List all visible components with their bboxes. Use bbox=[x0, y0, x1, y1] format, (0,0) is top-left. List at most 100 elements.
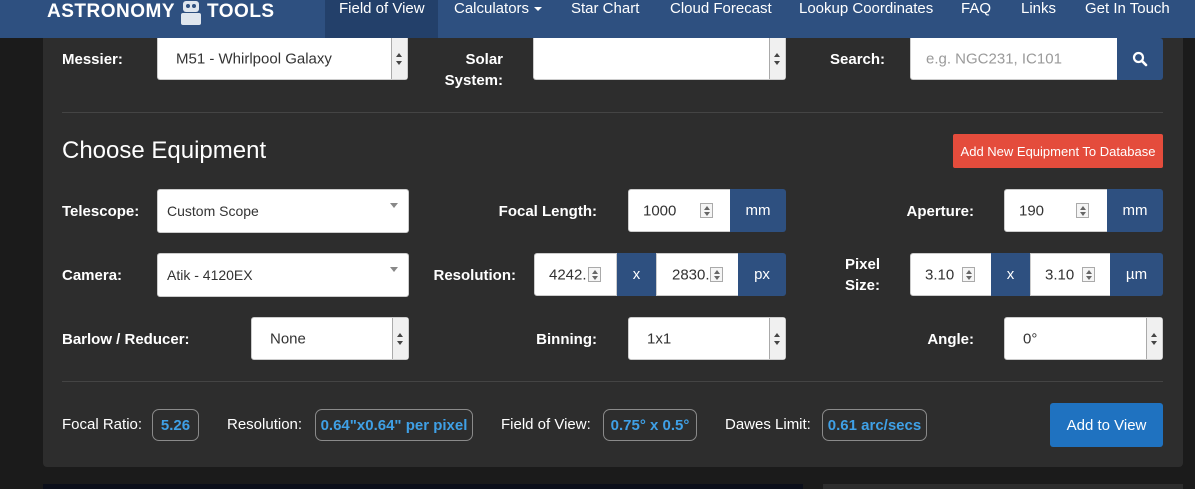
nav-faq[interactable]: FAQ bbox=[961, 0, 991, 38]
chevron-down-icon bbox=[390, 203, 398, 208]
resolution-x-input[interactable]: 4242. bbox=[534, 253, 617, 296]
select-arrows-icon bbox=[769, 318, 785, 359]
camera-selected-value: Atik - 4120EX bbox=[167, 267, 253, 283]
resolution-result-label: Resolution: bbox=[227, 416, 303, 433]
resolution-separator: x bbox=[617, 253, 656, 296]
nav-lookup-coordinates[interactable]: Lookup Coordinates bbox=[799, 0, 933, 38]
brand-text-right: TOOLS bbox=[207, 1, 275, 22]
focal-ratio-label: Focal Ratio: bbox=[62, 416, 143, 433]
barlow-reducer-select[interactable]: None bbox=[251, 317, 409, 360]
nav-label: Field of View bbox=[339, 0, 425, 17]
nav-get-in-touch[interactable]: Get In Touch bbox=[1085, 0, 1170, 38]
focal-length-value: 1000 bbox=[643, 202, 677, 219]
nav-star-chart[interactable]: Star Chart bbox=[571, 0, 639, 38]
dawes-limit-label: Dawes Limit: bbox=[725, 416, 811, 433]
brand-text-left: ASTRONOMY bbox=[47, 1, 175, 22]
spinner-icon[interactable] bbox=[1082, 267, 1095, 282]
site-logo[interactable]: ASTRONOMY TOOLS bbox=[47, 0, 275, 27]
select-arrows-icon bbox=[769, 38, 785, 79]
pixel-unit: µm bbox=[1110, 253, 1163, 296]
pixel-x-value: 3.10 bbox=[925, 266, 955, 283]
aperture-label: Aperture: bbox=[906, 203, 974, 220]
resolution-input-label: Resolution: bbox=[433, 267, 517, 284]
top-navbar: ASTRONOMY TOOLS Field of View Calculator… bbox=[0, 0, 1195, 38]
focal-length-unit: mm bbox=[730, 189, 786, 232]
binning-select[interactable]: 1x1 bbox=[628, 317, 786, 360]
spinner-icon[interactable] bbox=[1076, 203, 1089, 218]
choose-equipment-title: Choose Equipment bbox=[62, 137, 267, 164]
pixel-size-y-input[interactable]: 3.10 bbox=[1030, 253, 1111, 296]
aperture-unit: mm bbox=[1107, 189, 1163, 232]
nav-label: Cloud Forecast bbox=[670, 0, 772, 17]
camera-select[interactable]: Atik - 4120EX bbox=[157, 253, 409, 297]
resolution-y-value: 2830. bbox=[672, 266, 710, 283]
nav-field-of-view[interactable]: Field of View bbox=[325, 0, 438, 38]
nav-calculators[interactable]: Calculators bbox=[454, 0, 543, 38]
aperture-input[interactable]: 190 bbox=[1004, 189, 1108, 232]
nav-links[interactable]: Links bbox=[1021, 0, 1056, 38]
add-equipment-button[interactable]: Add New Equipment To Database bbox=[953, 134, 1163, 168]
nav-cloud-forecast[interactable]: Cloud Forecast bbox=[670, 0, 772, 38]
angle-selected-value: 0° bbox=[1023, 330, 1038, 347]
resolution-unit: px bbox=[738, 253, 786, 296]
pixel-y-value: 3.10 bbox=[1045, 266, 1075, 283]
dawes-limit-badge: 0.61 arc/secs bbox=[822, 409, 927, 441]
angle-select[interactable]: 0° bbox=[1004, 317, 1163, 360]
solar-system-select[interactable] bbox=[533, 38, 786, 80]
pixel-separator: x bbox=[991, 253, 1030, 296]
angle-label: Angle: bbox=[927, 331, 974, 348]
focal-ratio-badge: 5.26 bbox=[152, 409, 199, 441]
search-input[interactable]: e.g. NGC231, IC101 bbox=[910, 38, 1118, 80]
section-divider bbox=[62, 112, 1163, 113]
binning-label: Binning: bbox=[536, 331, 597, 348]
spinner-icon[interactable] bbox=[962, 267, 975, 282]
messier-selected-value: M51 - Whirlpool Galaxy bbox=[176, 50, 332, 67]
select-arrows-icon bbox=[392, 318, 408, 359]
search-placeholder: e.g. NGC231, IC101 bbox=[926, 50, 1062, 67]
next-panel-edge-left bbox=[43, 484, 803, 489]
next-panel-edge-right bbox=[823, 484, 1183, 489]
focal-length-label: Focal Length: bbox=[498, 203, 597, 220]
pixel-size-x-input[interactable]: 3.10 bbox=[910, 253, 992, 296]
nav-label: Lookup Coordinates bbox=[799, 0, 934, 17]
barlow-selected-value: None bbox=[270, 330, 306, 347]
solar-label-line1: Solar bbox=[465, 51, 503, 68]
pixel-size-label: Pixel Size: bbox=[830, 254, 880, 296]
select-arrows-icon bbox=[1146, 318, 1162, 359]
pixel-label-line2: Size: bbox=[844, 277, 880, 294]
solar-system-label: Solar System: bbox=[440, 49, 503, 91]
resolution-x-value: 4242. bbox=[549, 266, 587, 283]
search-label: Search: bbox=[830, 51, 886, 68]
results-divider bbox=[62, 381, 1163, 382]
nav-label: Links bbox=[1021, 0, 1057, 17]
caret-down-icon bbox=[534, 7, 543, 12]
add-to-view-button[interactable]: Add to View bbox=[1050, 403, 1163, 447]
camera-label: Camera: bbox=[62, 267, 123, 284]
messier-select[interactable]: M51 - Whirlpool Galaxy bbox=[157, 38, 408, 80]
telescope-select[interactable]: Custom Scope bbox=[157, 189, 409, 233]
solar-label-line2: System: bbox=[444, 72, 503, 89]
nav-label: Get In Touch bbox=[1085, 0, 1170, 17]
nav-label: Calculators bbox=[454, 0, 530, 17]
resolution-y-input[interactable]: 2830. bbox=[656, 253, 739, 296]
nav-label: FAQ bbox=[961, 0, 992, 17]
resolution-badge: 0.64"x0.64" per pixel bbox=[315, 409, 473, 441]
spinner-icon[interactable] bbox=[700, 203, 713, 218]
pixel-label-line1: Pixel bbox=[844, 256, 880, 273]
spinner-icon[interactable] bbox=[710, 267, 723, 282]
telescope-label: Telescope: bbox=[62, 203, 140, 220]
messier-label: Messier: bbox=[62, 51, 123, 68]
focal-length-input[interactable]: 1000 bbox=[628, 189, 731, 232]
robot-logo-icon bbox=[179, 0, 203, 25]
search-button[interactable] bbox=[1117, 38, 1163, 80]
fov-label: Field of View: bbox=[501, 416, 591, 433]
spinner-icon[interactable] bbox=[588, 267, 601, 282]
barlow-reducer-label: Barlow / Reducer: bbox=[62, 331, 190, 348]
telescope-selected-value: Custom Scope bbox=[167, 203, 259, 219]
aperture-value: 190 bbox=[1019, 202, 1045, 219]
select-arrows-icon bbox=[391, 38, 407, 79]
search-icon bbox=[1132, 51, 1148, 67]
fov-badge: 0.75° x 0.5° bbox=[603, 409, 697, 441]
binning-selected-value: 1x1 bbox=[647, 330, 672, 347]
chevron-down-icon bbox=[390, 267, 398, 272]
